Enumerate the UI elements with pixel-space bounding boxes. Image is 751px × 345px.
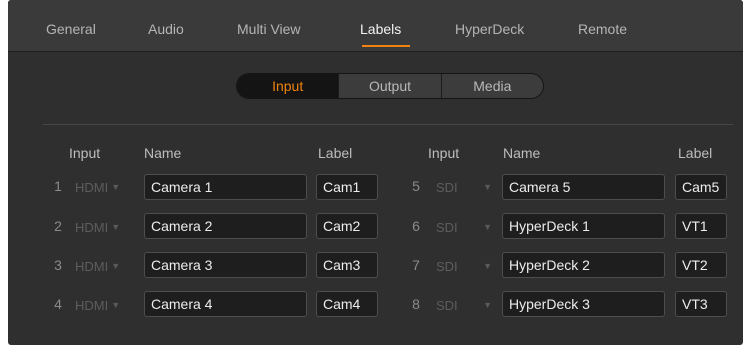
label-field[interactable]: Cam3 [316, 252, 378, 278]
caret-down-icon: ▼ [483, 300, 492, 310]
right-name-header: Name [503, 145, 541, 161]
caret-down-icon: ▼ [483, 261, 492, 271]
section-divider [43, 124, 733, 125]
label-field[interactable]: Cam1 [316, 174, 378, 200]
name-field[interactable]: HyperDeck 3 [502, 291, 665, 317]
caret-down-icon: ▼ [111, 182, 121, 192]
segment-input[interactable]: Input [237, 74, 339, 98]
input-source-dropdown[interactable]: HDMI ▼ [75, 293, 120, 317]
tab-multi-view[interactable]: Multi View [237, 21, 301, 37]
row-number: 7 [412, 257, 420, 273]
tab-hyperdeck[interactable]: HyperDeck [455, 21, 524, 37]
name-field[interactable]: Camera 4 [144, 291, 307, 317]
caret-down-icon: ▼ [111, 300, 121, 310]
segment-output[interactable]: Output [338, 74, 440, 98]
segment-media[interactable]: Media [440, 74, 543, 98]
caret-down-icon: ▼ [483, 182, 492, 192]
row-number: 2 [54, 218, 62, 234]
settings-tab-bar: General Audio Multi View Labels HyperDec… [8, 0, 743, 52]
label-field[interactable]: VT1 [675, 213, 727, 239]
input-source-value: SDI [436, 297, 458, 313]
right-input-header: Input [428, 145, 460, 161]
left-name-header: Name [144, 145, 182, 161]
input-source-value: SDI [436, 258, 458, 274]
row-number: 6 [412, 218, 420, 234]
name-field[interactable]: HyperDeck 1 [502, 213, 665, 239]
left-label-header: Label [318, 145, 353, 161]
caret-down-icon: ▼ [111, 261, 121, 271]
input-source-value: SDI [436, 219, 458, 235]
input-source-dropdown[interactable]: HDMI ▼ [75, 254, 120, 278]
labels-settings-panel: General Audio Multi View Labels HyperDec… [8, 0, 743, 345]
label-field[interactable]: Cam2 [316, 213, 378, 239]
row-number: 5 [412, 178, 420, 194]
input-source-dropdown[interactable]: SDI ▼ [436, 254, 492, 278]
tab-audio[interactable]: Audio [148, 21, 184, 37]
input-source-dropdown[interactable]: SDI ▼ [436, 293, 492, 317]
label-type-selector: Input Output Media [236, 73, 544, 99]
name-field[interactable]: Camera 5 [502, 174, 665, 200]
row-number: 1 [54, 178, 62, 194]
name-field[interactable]: HyperDeck 2 [502, 252, 665, 278]
caret-down-icon: ▼ [483, 222, 492, 232]
left-input-header: Input [69, 145, 101, 161]
name-field[interactable]: Camera 1 [144, 174, 307, 200]
label-field[interactable]: Cam4 [316, 291, 378, 317]
input-source-dropdown[interactable]: SDI ▼ [436, 175, 492, 199]
label-field[interactable]: Cam5 [675, 174, 727, 200]
input-source-value: HDMI [75, 258, 109, 274]
row-number: 8 [412, 296, 420, 312]
row-number: 3 [54, 257, 62, 273]
input-source-value: SDI [436, 179, 458, 195]
tab-remote[interactable]: Remote [578, 21, 627, 37]
right-label-header: Label [678, 145, 713, 161]
caret-down-icon: ▼ [111, 222, 121, 232]
label-field[interactable]: VT2 [675, 252, 727, 278]
label-field[interactable]: VT3 [675, 291, 727, 317]
tab-general[interactable]: General [46, 21, 96, 37]
name-field[interactable]: Camera 3 [144, 252, 307, 278]
input-source-dropdown[interactable]: SDI ▼ [436, 215, 492, 239]
input-source-value: HDMI [75, 219, 109, 235]
input-source-value: HDMI [75, 297, 109, 313]
tab-labels[interactable]: Labels [360, 21, 401, 37]
input-source-dropdown[interactable]: HDMI ▼ [75, 215, 120, 239]
input-source-dropdown[interactable]: HDMI ▼ [75, 175, 120, 199]
input-source-value: HDMI [75, 179, 109, 195]
row-number: 4 [54, 296, 62, 312]
name-field[interactable]: Camera 2 [144, 213, 307, 239]
active-tab-indicator [362, 45, 410, 47]
